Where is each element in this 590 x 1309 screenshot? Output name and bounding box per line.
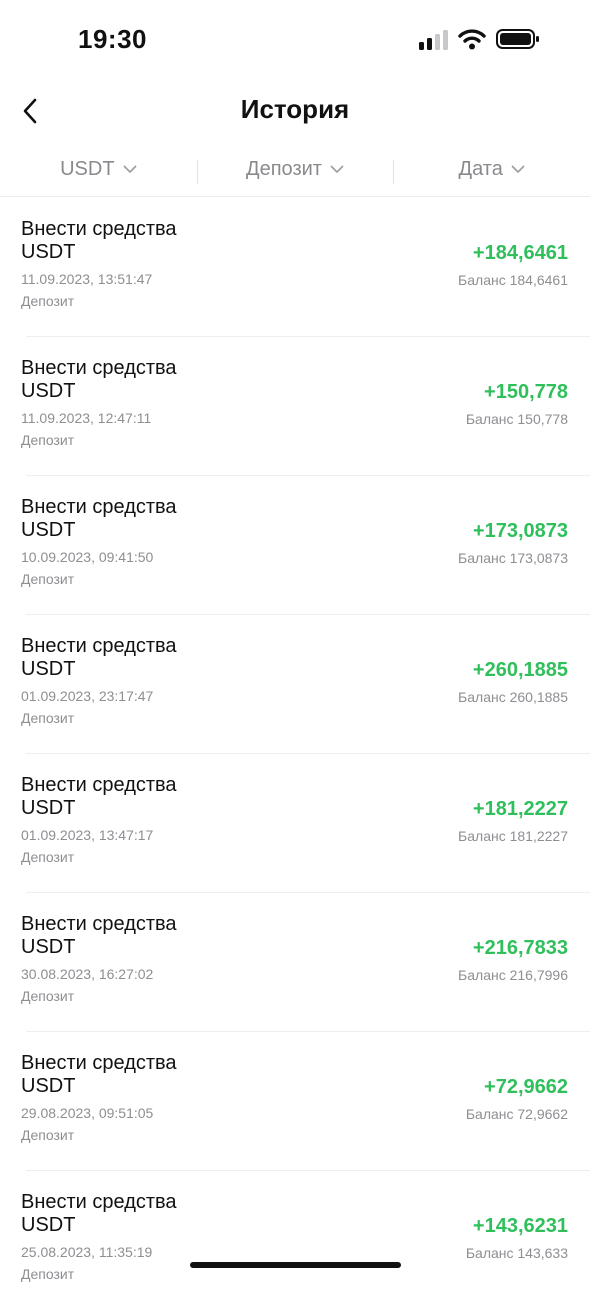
chevron-down-icon bbox=[330, 165, 344, 173]
transaction-currency: USDT bbox=[21, 1214, 76, 1236]
wifi-icon bbox=[458, 29, 486, 50]
transaction-amount: +143,6231 bbox=[472, 1215, 568, 1237]
transaction-title: Внести средства bbox=[21, 357, 177, 379]
transaction-type: Депозит bbox=[21, 293, 75, 309]
transaction-row[interactable]: Внести средства USDT 10.09.2023, 09:41:5… bbox=[0, 475, 590, 614]
transaction-title: Внести средства bbox=[21, 913, 177, 935]
filter-currency-label: USDT bbox=[60, 157, 115, 180]
transaction-type: Депозит bbox=[21, 1127, 75, 1143]
transaction-type: Депозит bbox=[21, 988, 75, 1004]
transaction-title: Внести средства bbox=[21, 1191, 177, 1213]
transaction-type: Депозит bbox=[21, 432, 75, 448]
transaction-currency: USDT bbox=[21, 797, 76, 819]
transaction-title: Внести средства bbox=[21, 218, 177, 240]
transaction-date: 10.09.2023, 09:41:50 bbox=[21, 549, 154, 565]
transaction-balance: Баланс 184,6461 bbox=[458, 272, 568, 288]
transaction-type: Депозит bbox=[21, 849, 75, 865]
transaction-currency: USDT bbox=[21, 658, 76, 680]
transaction-title: Внести средства bbox=[21, 774, 177, 796]
filter-type-label: Депозит bbox=[246, 157, 322, 180]
transaction-date: 01.09.2023, 23:17:47 bbox=[21, 688, 154, 704]
transaction-title: Внести средства bbox=[21, 635, 177, 657]
transaction-date: 01.09.2023, 13:47:17 bbox=[21, 827, 154, 843]
header: История bbox=[0, 80, 590, 142]
transaction-list: Внести средства USDT 11.09.2023, 13:51:4… bbox=[0, 197, 590, 1309]
transaction-amount: +184,6461 bbox=[472, 242, 568, 264]
transaction-amount: +150,778 bbox=[484, 381, 568, 403]
status-bar: 19:30 bbox=[0, 0, 590, 80]
transaction-currency: USDT bbox=[21, 936, 76, 958]
transaction-row[interactable]: Внести средства USDT 30.08.2023, 16:27:0… bbox=[0, 892, 590, 1031]
filter-type[interactable]: Депозит bbox=[196, 157, 394, 184]
transaction-row[interactable]: Внести средства USDT 11.09.2023, 12:47:1… bbox=[0, 336, 590, 475]
transaction-row[interactable]: Внести средства USDT 25.08.2023, 11:35:1… bbox=[0, 1170, 590, 1309]
page-title: История bbox=[240, 94, 350, 124]
transaction-row[interactable]: Внести средства USDT 29.08.2023, 09:51:0… bbox=[0, 1031, 590, 1170]
home-indicator[interactable] bbox=[190, 1262, 401, 1268]
transaction-amount: +173,0873 bbox=[472, 520, 568, 542]
transaction-type: Депозит bbox=[21, 571, 75, 587]
cellular-signal-icon bbox=[419, 28, 448, 50]
filter-date-label: Дата bbox=[458, 157, 503, 180]
transaction-row[interactable]: Внести средства USDT 11.09.2023, 13:51:4… bbox=[0, 197, 590, 336]
transaction-balance: Баланс 181,2227 bbox=[458, 828, 568, 844]
filter-date[interactable]: Дата bbox=[393, 157, 590, 184]
transaction-date: 25.08.2023, 11:35:19 bbox=[21, 1244, 153, 1260]
transaction-balance: Баланс 173,0873 bbox=[458, 550, 568, 566]
transaction-currency: USDT bbox=[21, 519, 76, 541]
status-time: 19:30 bbox=[78, 24, 147, 54]
filter-currency[interactable]: USDT bbox=[0, 158, 197, 181]
transaction-title: Внести средства bbox=[21, 1052, 177, 1074]
transaction-type: Депозит bbox=[21, 710, 75, 726]
transaction-balance: Баланс 143,633 bbox=[465, 1245, 568, 1261]
status-icons bbox=[419, 28, 540, 50]
transaction-date: 11.09.2023, 13:51:47 bbox=[21, 271, 153, 287]
transaction-date: 29.08.2023, 09:51:05 bbox=[21, 1105, 154, 1121]
transaction-amount: +72,9662 bbox=[484, 1076, 568, 1098]
transaction-currency: USDT bbox=[21, 241, 76, 263]
transaction-amount: +181,2227 bbox=[472, 798, 568, 820]
transaction-date: 30.08.2023, 16:27:02 bbox=[21, 966, 154, 982]
battery-icon bbox=[496, 29, 539, 49]
transaction-date: 11.09.2023, 12:47:11 bbox=[21, 410, 152, 426]
transaction-row[interactable]: Внести средства USDT 01.09.2023, 13:47:1… bbox=[0, 753, 590, 892]
transaction-amount: +216,7833 bbox=[472, 937, 568, 959]
transaction-currency: USDT bbox=[21, 380, 76, 402]
transaction-balance: Баланс 150,778 bbox=[465, 411, 568, 427]
transaction-balance: Баланс 216,7996 bbox=[458, 967, 568, 983]
filter-bar: USDT Депозит Дата bbox=[0, 142, 590, 197]
transaction-currency: USDT bbox=[21, 1075, 76, 1097]
transaction-amount: +260,1885 bbox=[472, 659, 568, 681]
chevron-down-icon bbox=[123, 165, 136, 173]
transaction-row[interactable]: Внести средства USDT 01.09.2023, 23:17:4… bbox=[0, 614, 590, 753]
transaction-balance: Баланс 72,9662 bbox=[465, 1106, 568, 1122]
transaction-balance: Баланс 260,1885 bbox=[458, 689, 568, 705]
chevron-down-icon bbox=[511, 165, 525, 173]
transaction-type: Депозит bbox=[21, 1266, 75, 1282]
transaction-title: Внести средства bbox=[21, 496, 177, 518]
